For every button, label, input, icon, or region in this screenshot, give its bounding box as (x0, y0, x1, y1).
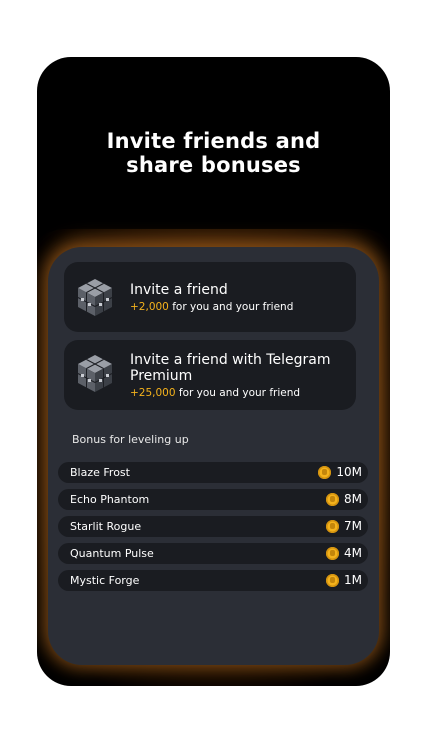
invite-premium-title: Invite a friend with Telegram Premium (130, 352, 331, 384)
coin-icon (326, 574, 339, 587)
level-bonus-value: 8M (344, 492, 362, 506)
level-name: Quantum Pulse (70, 547, 154, 560)
coin-icon (318, 466, 332, 479)
invite-friend-title: Invite a friend (130, 282, 228, 298)
level-bonus-list: Blaze Frost 10M Echo Phantom 8M Starlit … (58, 462, 368, 597)
list-item: Starlit Rogue 7M (58, 516, 368, 537)
cube-icon (77, 355, 113, 392)
list-item: Echo Phantom 8M (58, 489, 368, 510)
level-bonus-value: 1M (344, 573, 362, 587)
reward-description: for you and your friend (172, 301, 294, 313)
page-title-line1: Invite friends and (106, 129, 321, 153)
level-name: Echo Phantom (70, 493, 150, 506)
cube-icon (77, 279, 113, 316)
level-name: Blaze Frost (70, 466, 130, 479)
invite-premium-reward: +25,000 for you and your friend (130, 387, 300, 400)
phone-screen: Invite friends and share bonuses Invite … (37, 57, 390, 686)
invite-premium-card[interactable]: Invite a friend with Telegram Premium +2… (64, 340, 356, 410)
reward-amount: +2,000 (130, 301, 169, 313)
invite-panel: Invite a friend +2,000 for you and your … (48, 247, 379, 665)
list-item: Quantum Pulse 4M (58, 543, 368, 564)
page-title-line2: share bonuses (126, 153, 301, 177)
list-item: Mystic Forge 1M (58, 570, 368, 591)
invite-friend-card[interactable]: Invite a friend +2,000 for you and your … (64, 262, 356, 332)
invite-friend-reward: +2,000 for you and your friend (130, 301, 293, 314)
level-bonus-value: 7M (344, 519, 362, 533)
coin-icon (326, 547, 339, 560)
coin-icon (326, 520, 339, 533)
level-bonus-value: 4M (344, 546, 362, 560)
level-name: Mystic Forge (70, 574, 140, 587)
bonus-section-label: Bonus for leveling up (72, 433, 189, 446)
reward-description: for you and your friend (178, 387, 301, 399)
reward-amount: +25,000 (130, 387, 176, 399)
page-title: Invite friends and share bonuses (37, 129, 390, 177)
level-bonus-value: 10M (336, 465, 362, 479)
coin-icon (326, 493, 339, 506)
level-name: Starlit Rogue (70, 520, 142, 533)
list-item: Blaze Frost 10M (58, 462, 368, 483)
